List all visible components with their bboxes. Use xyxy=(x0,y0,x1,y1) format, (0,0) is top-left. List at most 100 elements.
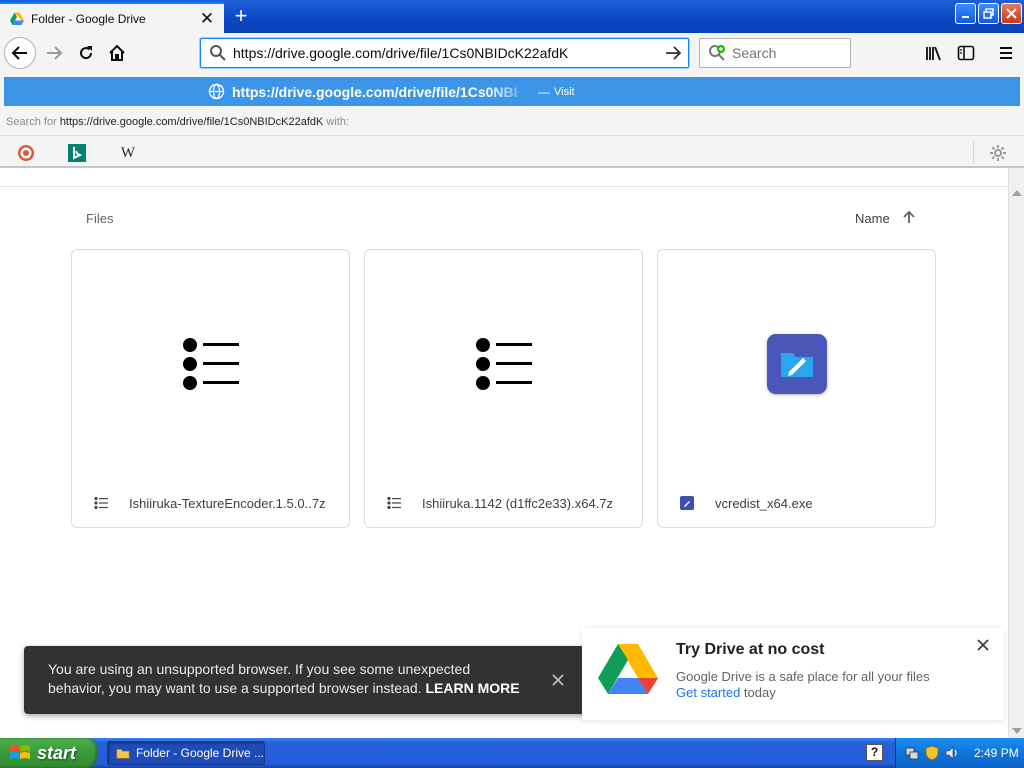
visit-url: https://drive.google.com/drive/file/1Cs0… xyxy=(232,83,518,100)
arrow-up-icon[interactable] xyxy=(900,208,918,226)
home-icon xyxy=(109,44,125,61)
hamburger-menu-icon xyxy=(1000,47,1012,59)
arrow-right-icon xyxy=(47,46,63,60)
reload-button[interactable] xyxy=(70,37,102,69)
taskbar-window-label: Folder - Google Drive ... xyxy=(135,746,264,760)
taskbar-window-button[interactable]: Folder - Google Drive ... xyxy=(107,741,265,765)
file-footer: vcredist_x64.exe xyxy=(658,488,935,518)
taskbar: start Folder - Google Drive ... ? 2:49 P… xyxy=(0,738,1024,768)
bing-engine-button[interactable] xyxy=(67,143,87,163)
help-icon[interactable]: ? xyxy=(866,744,883,761)
volume-icon[interactable] xyxy=(944,745,960,761)
file-card[interactable]: Ishiiruka-TextureEncoder.1.5.0..7z xyxy=(71,249,350,528)
archive-list-icon xyxy=(475,338,532,390)
file-name: Ishiiruka-TextureEncoder.1.5.0..7z xyxy=(129,495,326,511)
tab-title: Folder - Google Drive xyxy=(31,11,146,26)
navigation-toolbar: https://drive.google.com/drive/file/1Cs0… xyxy=(0,33,1024,73)
file-card[interactable]: Ishiiruka.1142 (d1ffc2e33).x64.7z xyxy=(364,249,643,528)
file-name: Ishiiruka.1142 (d1ffc2e33).x64.7z xyxy=(422,495,614,511)
window-close-button[interactable] xyxy=(1001,3,1022,24)
promo-description: Google Drive is a safe place for all you… xyxy=(676,669,930,684)
minimize-button[interactable] xyxy=(955,3,976,24)
bing-icon xyxy=(68,144,86,162)
search-for-row: Search for https://drive.google.com/driv… xyxy=(6,116,349,128)
new-tab-button[interactable]: + xyxy=(227,4,255,30)
start-button[interactable]: start xyxy=(0,738,98,768)
globe-icon xyxy=(208,83,225,100)
toast-text: You are using an unsupported browser. If… xyxy=(48,661,471,696)
toast-close-button[interactable] xyxy=(546,668,570,692)
sidebar-button[interactable] xyxy=(950,37,982,69)
toast-message: You are using an unsupported browser. If… xyxy=(48,660,528,698)
close-icon xyxy=(977,639,989,651)
file-card[interactable]: vcredist_x64.exe xyxy=(657,249,936,528)
archive-small-icon xyxy=(386,495,402,511)
file-thumbnail xyxy=(365,250,642,478)
get-started-link[interactable]: Get started xyxy=(676,685,740,700)
url-bar[interactable]: https://drive.google.com/drive/file/1Cs0… xyxy=(200,38,689,68)
promo-close-button[interactable] xyxy=(973,635,993,655)
google-drive-logo-icon xyxy=(598,644,658,694)
search-icon xyxy=(210,45,226,61)
search-placeholder: Search xyxy=(732,45,777,61)
wikipedia-engine-button[interactable]: W xyxy=(118,143,138,163)
home-button[interactable] xyxy=(101,37,133,69)
tab-google-drive[interactable]: Folder - Google Drive ✕ xyxy=(0,2,224,33)
scroll-up-arrow-icon[interactable] xyxy=(1012,190,1022,196)
file-name: vcredist_x64.exe xyxy=(715,495,813,511)
promo-link-row: Get started today xyxy=(676,685,776,700)
windows-logo-icon xyxy=(10,745,30,759)
file-thumbnail xyxy=(72,250,349,478)
start-label: start xyxy=(37,742,77,763)
clock: 2:49 PM xyxy=(974,746,1019,760)
visit-separator: — xyxy=(538,84,550,99)
restore-button[interactable] xyxy=(978,3,999,24)
go-arrow-icon[interactable] xyxy=(662,42,684,64)
header-divider xyxy=(0,186,1008,187)
forward-button[interactable] xyxy=(38,37,70,69)
security-shield-icon[interactable] xyxy=(924,745,940,761)
tab-close-icon[interactable]: ✕ xyxy=(198,9,216,29)
menu-button[interactable] xyxy=(990,37,1022,69)
tab-strip: Folder - Google Drive ✕ + xyxy=(0,0,1024,33)
gear-icon xyxy=(990,145,1006,161)
duckduckgo-icon xyxy=(18,145,34,161)
sidebar-icon xyxy=(957,45,975,61)
duckduckgo-engine-button[interactable] xyxy=(16,143,36,163)
executable-icon xyxy=(766,334,827,394)
search-settings-button[interactable] xyxy=(988,143,1008,163)
visit-label: Visit xyxy=(554,85,575,98)
reload-icon xyxy=(80,46,93,60)
files-section-label: Files xyxy=(86,211,114,226)
visit-suggestion-row[interactable]: https://drive.google.com/drive/file/1Cs0… xyxy=(4,77,1020,106)
promo-title: Try Drive at no cost xyxy=(676,641,825,658)
executable-small-icon xyxy=(679,495,695,511)
back-button[interactable] xyxy=(4,37,36,69)
archive-list-icon xyxy=(182,338,239,390)
vertical-scrollbar[interactable] xyxy=(1008,168,1024,738)
url-suggestions-panel: https://drive.google.com/drive/file/1Cs0… xyxy=(0,73,1024,135)
try-drive-promo: Try Drive at no cost Google Drive is a s… xyxy=(582,628,1004,720)
restore-icon xyxy=(983,8,994,19)
google-drive-favicon-icon xyxy=(10,12,24,25)
sort-by-name-button[interactable]: Name xyxy=(855,211,890,226)
file-thumbnail xyxy=(658,250,935,478)
unsupported-browser-toast: You are using an unsupported browser. If… xyxy=(24,646,592,714)
library-icon xyxy=(926,46,941,61)
search-engine-row: W xyxy=(0,135,1024,168)
add-search-engine-icon xyxy=(709,45,725,61)
library-button[interactable] xyxy=(918,37,950,69)
engine-separator xyxy=(973,141,974,163)
close-icon xyxy=(552,674,564,686)
search-for-prefix: Search for xyxy=(6,116,60,128)
file-footer: Ishiiruka.1142 (d1ffc2e33).x64.7z xyxy=(365,488,642,518)
minimize-icon xyxy=(961,15,969,18)
drive-page: Files Name Ishiiruka-TextureEncoder.1.5.… xyxy=(0,168,1008,738)
learn-more-link[interactable]: LEARN MORE xyxy=(425,680,519,696)
system-tray: 2:49 PM xyxy=(895,738,1024,768)
network-icon[interactable] xyxy=(904,745,920,761)
scroll-down-arrow-icon[interactable] xyxy=(1012,728,1022,734)
search-box[interactable]: Search xyxy=(699,38,851,68)
close-icon xyxy=(1006,8,1017,19)
url-input[interactable]: https://drive.google.com/drive/file/1Cs0… xyxy=(233,45,662,61)
